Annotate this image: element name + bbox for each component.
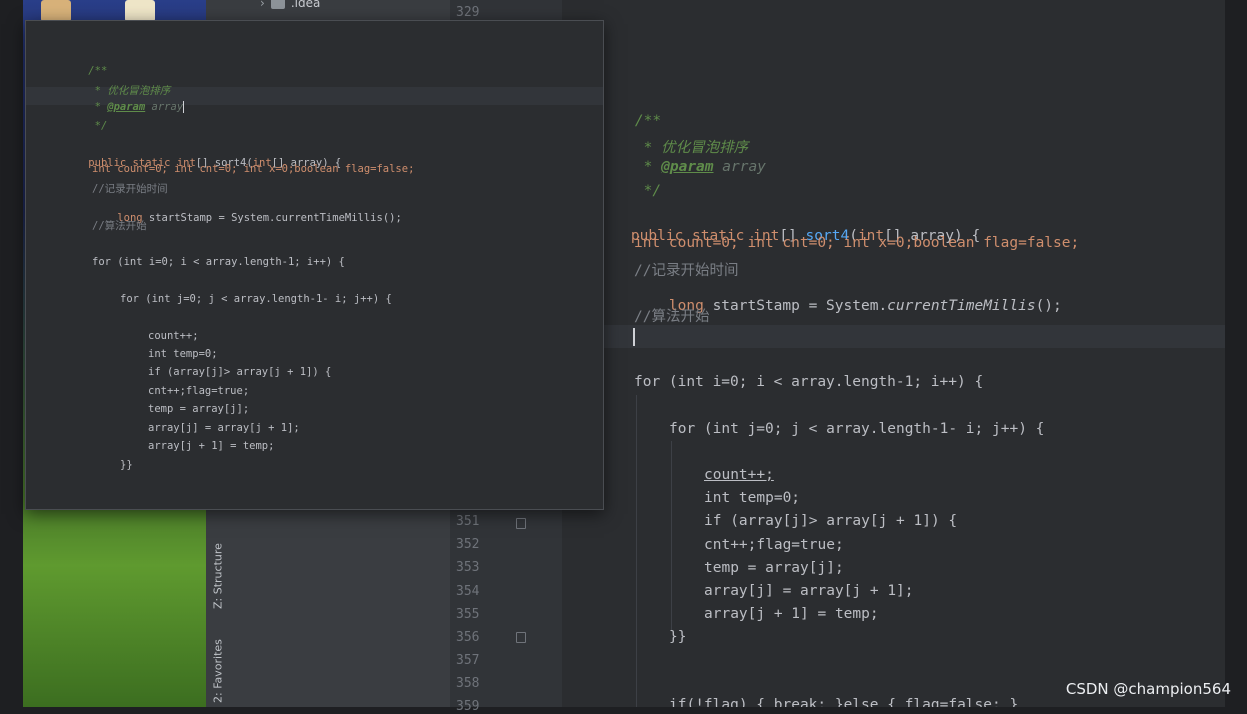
structure-tab-label: Z: Structure <box>211 543 225 609</box>
line-number: 351 <box>456 514 480 529</box>
line-number: 354 <box>456 584 480 599</box>
line-number: 355 <box>456 607 480 622</box>
code-preview-popup: /** * 优化冒泡排序 * @param array */ public st… <box>25 20 604 510</box>
code-comment: //算法开始 <box>634 309 710 325</box>
code-line: int temp=0; <box>704 490 801 506</box>
code-line: int count=0; int cnt=0; int x=0;boolean … <box>92 163 415 175</box>
code-line: */ <box>634 183 662 199</box>
favorites-tab-label: 2: Favorites <box>211 639 225 704</box>
current-line-highlight <box>562 325 1225 348</box>
line-number: 352 <box>456 537 480 552</box>
code-line: array[j] = array[j + 1]; <box>148 422 300 434</box>
code-line: for (int i=0; i < array.length-1; i++) { <box>634 374 984 390</box>
tree-item-idea[interactable]: › .idea <box>260 0 320 10</box>
structure-tab[interactable]: Z: Structure <box>208 530 228 622</box>
chevron-right-icon[interactable]: › <box>260 0 265 10</box>
window-edge <box>1225 0 1247 707</box>
code-line: for (int i=0; i < array.length-1; i++) { <box>92 256 345 268</box>
code-line: }} <box>120 459 133 471</box>
code-line: }} <box>669 629 687 645</box>
code-comment: //记录开始时间 <box>634 263 739 279</box>
fold-marker-icon[interactable] <box>516 632 526 643</box>
fold-marker-icon[interactable] <box>516 518 526 529</box>
line-number: 357 <box>456 653 480 668</box>
code-line: cnt++;flag=true; <box>704 537 844 553</box>
line-number: 358 <box>456 676 480 691</box>
folder-icon <box>270 0 285 9</box>
tree-item-label: .idea <box>290 0 321 10</box>
code-line: count++; <box>704 467 774 483</box>
indent-guide <box>636 395 637 707</box>
code-comment: //算法开始 <box>92 220 147 232</box>
favorites-tab[interactable]: 2: Favorites <box>208 636 228 707</box>
code-line: cnt++;flag=true; <box>148 385 250 397</box>
line-number: 329 <box>456 5 480 20</box>
code-line: if (array[j]> array[j + 1]) { <box>148 366 332 378</box>
line-number: 353 <box>456 560 480 575</box>
code-line: if (array[j]> array[j + 1]) { <box>704 513 958 529</box>
code-line: if(!flag) { break; }else { flag=false; } <box>669 697 1019 707</box>
line-number: 356 <box>456 630 480 645</box>
code-line: */ <box>88 120 108 132</box>
code-line: count++; <box>148 330 199 342</box>
code-line: array[j + 1] = temp; <box>148 440 275 452</box>
code-line: array[j] = array[j + 1]; <box>704 583 914 599</box>
code-line: for (int j=0; j < array.length-1- i; j++… <box>120 293 392 305</box>
code-line: temp = array[j]; <box>704 560 844 576</box>
code-line: int temp=0; <box>148 348 218 360</box>
code-editor[interactable]: /** * 优化冒泡排序 * @param array */ public st… <box>562 0 1225 707</box>
desktop-folder-icon <box>41 0 71 22</box>
text-caret <box>633 328 635 346</box>
code-line: for (int j=0; j < array.length-1- i; j++… <box>669 421 1045 437</box>
indent-guide <box>671 441 672 631</box>
code-comment: //记录开始时间 <box>92 183 168 195</box>
watermark: CSDN @champion564 <box>1065 680 1231 698</box>
code-line: array[j + 1] = temp; <box>704 606 879 622</box>
code-line: int count=0; int cnt=0; int x=0;boolean … <box>634 235 1080 251</box>
code-line: temp = array[j]; <box>148 403 250 415</box>
desktop-file-icon <box>125 0 155 22</box>
